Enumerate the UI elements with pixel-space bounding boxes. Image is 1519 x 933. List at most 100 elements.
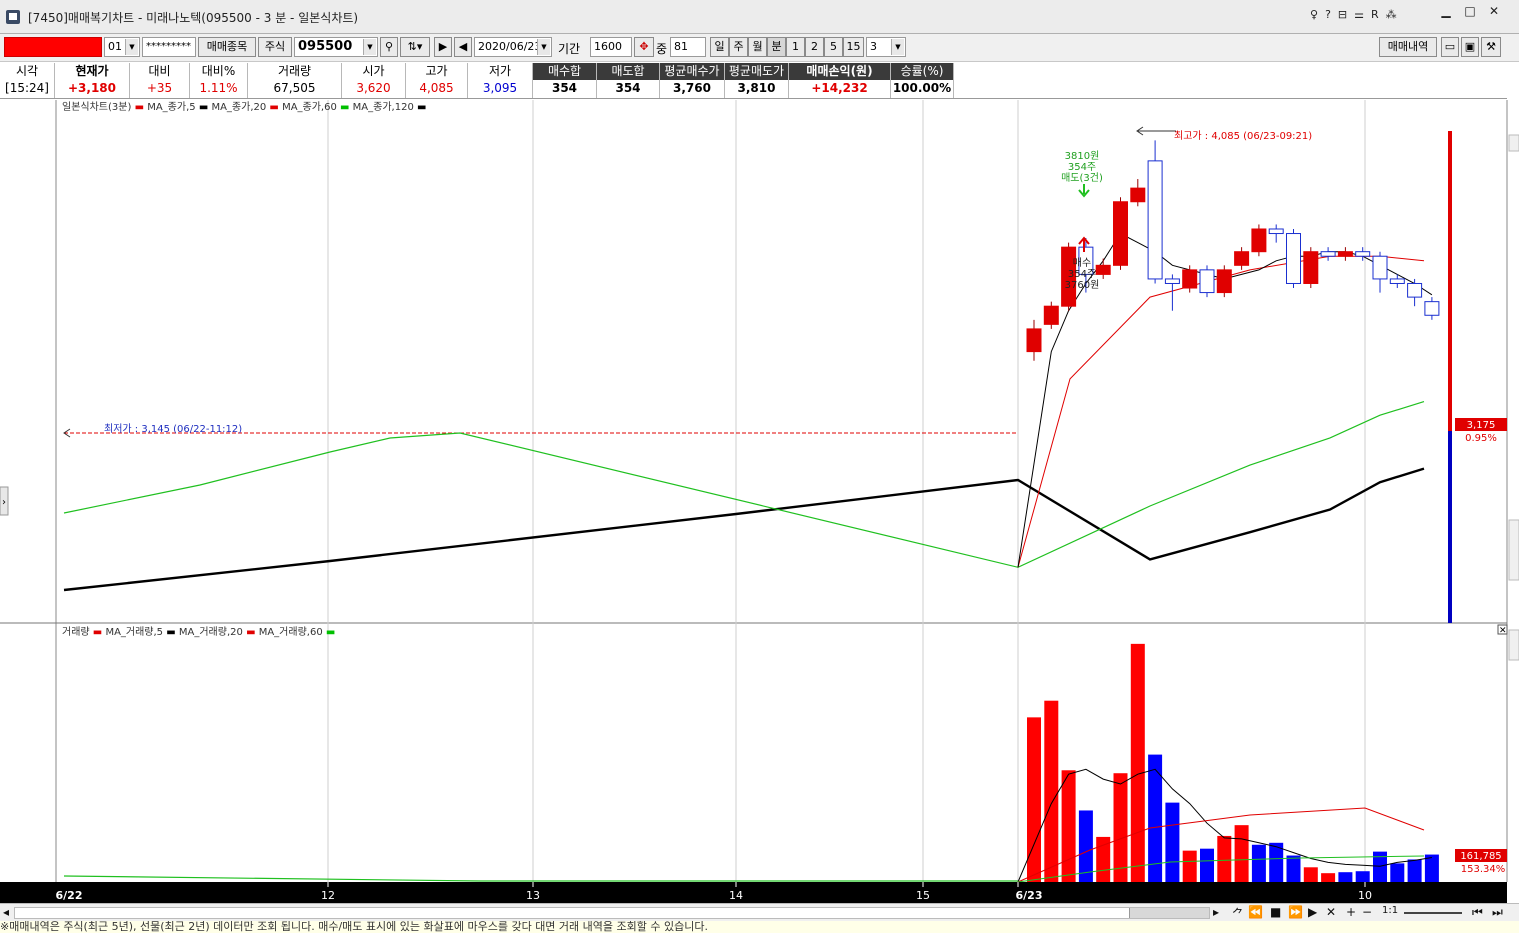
- password-field[interactable]: *********: [142, 37, 196, 57]
- goto-end-icon[interactable]: ⏭: [1492, 905, 1503, 920]
- volume-bar: [1113, 773, 1128, 882]
- header-current-price: 현재가: [55, 63, 130, 80]
- value-change: +35: [130, 80, 190, 98]
- stock-code-input[interactable]: 095500: [294, 37, 378, 57]
- goto-start-icon[interactable]: ⏮: [1472, 905, 1483, 920]
- candle-body: [1355, 251, 1371, 257]
- wrench-icon[interactable]: ⚒: [1481, 37, 1501, 57]
- interval-select[interactable]: 3: [866, 37, 906, 57]
- window-icon[interactable]: ⊟: [1338, 8, 1347, 21]
- price-range-bar-up: [1448, 131, 1452, 431]
- maximize-button[interactable]: □: [1458, 2, 1482, 22]
- candle-body: [1147, 160, 1163, 280]
- legend-swatch-vol-ma20: ▬: [246, 627, 259, 638]
- header-time: 시각: [0, 63, 55, 80]
- header-profit: 매매손익(원): [789, 63, 891, 80]
- title-bar: [7450]매매복기차트 - 미래나노텍(095500 - 3 분 - 일본식차…: [0, 0, 1519, 34]
- candle-body: [1130, 187, 1146, 203]
- folder-icon[interactable]: ▭: [1441, 37, 1459, 57]
- x-label-10: 10: [1358, 889, 1372, 902]
- value-buy-total: 354: [533, 80, 597, 98]
- search-icon[interactable]: ⚲: [380, 37, 398, 57]
- period-input[interactable]: 1600: [590, 37, 632, 57]
- value-open: 3,620: [342, 80, 406, 98]
- scroll-left-icon[interactable]: ◂: [3, 905, 9, 919]
- value-volume: 67,505: [248, 80, 342, 98]
- candle-body: [1234, 251, 1250, 266]
- count-input[interactable]: 81: [670, 37, 706, 57]
- expand-arrow-icon[interactable]: ›: [2, 497, 6, 508]
- info-value-row: [15:24] +3,180 +35 1.11% 67,505 3,620 4,…: [0, 80, 1507, 99]
- zoom-out-icon[interactable]: −: [1362, 905, 1372, 919]
- candle-body: [1199, 269, 1215, 294]
- x-label-0622: 6/22: [56, 889, 83, 902]
- tab-5min[interactable]: 5: [824, 37, 843, 57]
- vertical-gridlines: [327, 100, 1366, 882]
- side-toolbar-strip[interactable]: [1508, 519, 1519, 581]
- tab-month[interactable]: 월: [748, 37, 767, 57]
- settings-icon[interactable]: ⚌: [1354, 8, 1364, 21]
- candle-body: [1268, 228, 1284, 235]
- header-volume: 거래량: [248, 63, 342, 80]
- legend-vol-ma60: MA_거래량,60: [259, 626, 323, 638]
- tab-day[interactable]: 일: [710, 37, 729, 57]
- tab-minute[interactable]: 분: [767, 37, 786, 57]
- value-high: 4,085: [406, 80, 468, 98]
- volume-bar: [1251, 844, 1266, 882]
- tab-week[interactable]: 주: [729, 37, 748, 57]
- stop-icon[interactable]: ■: [1270, 905, 1281, 919]
- bottom-control-bar: ◂ ▸ ⺈ ⏪ ■ ⏩ ▶ ✕ + − 1:1 ⏮ ⏭: [0, 903, 1519, 921]
- question-icon[interactable]: ?: [1325, 8, 1331, 21]
- minimize-button[interactable]: ▁: [1434, 2, 1458, 22]
- candle-body: [1320, 251, 1336, 257]
- rewind-icon[interactable]: ⏪: [1248, 905, 1263, 919]
- crosshair-icon[interactable]: ✕: [1326, 905, 1336, 919]
- close-button[interactable]: ✕: [1482, 2, 1506, 22]
- trade-item-button[interactable]: 매매종목: [198, 37, 256, 57]
- horizontal-scrollbar[interactable]: [14, 907, 1210, 919]
- trade-history-button[interactable]: 매매내역: [1379, 37, 1437, 57]
- tools-icon[interactable]: ⁂: [1386, 8, 1397, 21]
- color-palette-icon[interactable]: ✥: [634, 37, 654, 57]
- cursor-mode-icon[interactable]: ⺈: [1232, 905, 1244, 922]
- buy-marker-price: 3760원: [1065, 279, 1100, 291]
- account-number-field[interactable]: [4, 37, 102, 57]
- sort-icon[interactable]: ⇅▾: [400, 37, 430, 57]
- title-tool-icons: ♀ ? ⊟ ⚌ R ⁂: [1310, 8, 1397, 21]
- candle-body: [1372, 255, 1388, 280]
- prev-arrow-icon[interactable]: ◀: [454, 37, 472, 57]
- play-icon[interactable]: ▶: [1308, 905, 1317, 919]
- zoom-in-icon[interactable]: +: [1346, 905, 1356, 919]
- candle-body: [1095, 264, 1111, 275]
- tab-1min[interactable]: 1: [786, 37, 805, 57]
- next-arrow-icon[interactable]: ▶: [434, 37, 452, 57]
- account-sub-select[interactable]: 01: [104, 37, 140, 57]
- candle-body: [1026, 328, 1042, 353]
- chart-area[interactable]: › 일본식차트(3분) ▬ MA_종가,5 ▬ MA_종가,20 ▬ MA_종가…: [0, 100, 1519, 903]
- scroll-right-icon[interactable]: ▸: [1213, 905, 1219, 919]
- candle-body: [1407, 282, 1423, 298]
- save-icon[interactable]: ▣: [1461, 37, 1479, 57]
- side-scroll-button-2[interactable]: [1508, 629, 1519, 661]
- side-scroll-button[interactable]: [1508, 134, 1519, 152]
- tab-2min[interactable]: 2: [805, 37, 824, 57]
- scrollbar-thumb[interactable]: [1129, 908, 1209, 918]
- legend-swatch-ma20: ▬: [199, 102, 212, 113]
- zoom-slider[interactable]: [1404, 912, 1462, 914]
- tab-15min[interactable]: 15: [843, 37, 864, 57]
- header-avg-buy: 평균매수가: [660, 63, 725, 80]
- ratio-icon[interactable]: 1:1: [1382, 905, 1398, 916]
- close-x-glyph[interactable]: ✕: [1499, 626, 1507, 636]
- volume-badge-text: 161,785: [1460, 851, 1501, 862]
- volume-bar: [1165, 802, 1180, 882]
- refresh-icon[interactable]: R: [1371, 8, 1379, 21]
- header-low: 저가: [468, 63, 533, 80]
- high-price-annotation: 최고가 : 4,085 (06/23-09:21): [1174, 130, 1312, 142]
- date-select[interactable]: 2020/06/23: [474, 37, 552, 57]
- header-change: 대비: [130, 63, 190, 80]
- sell-marker-type: 매도(3건): [1061, 172, 1103, 184]
- x-axis-bar: [0, 882, 1507, 903]
- help-icon[interactable]: ♀: [1310, 8, 1318, 21]
- fast-forward-icon[interactable]: ⏩: [1288, 905, 1303, 919]
- market-type-button[interactable]: 주식: [258, 37, 292, 57]
